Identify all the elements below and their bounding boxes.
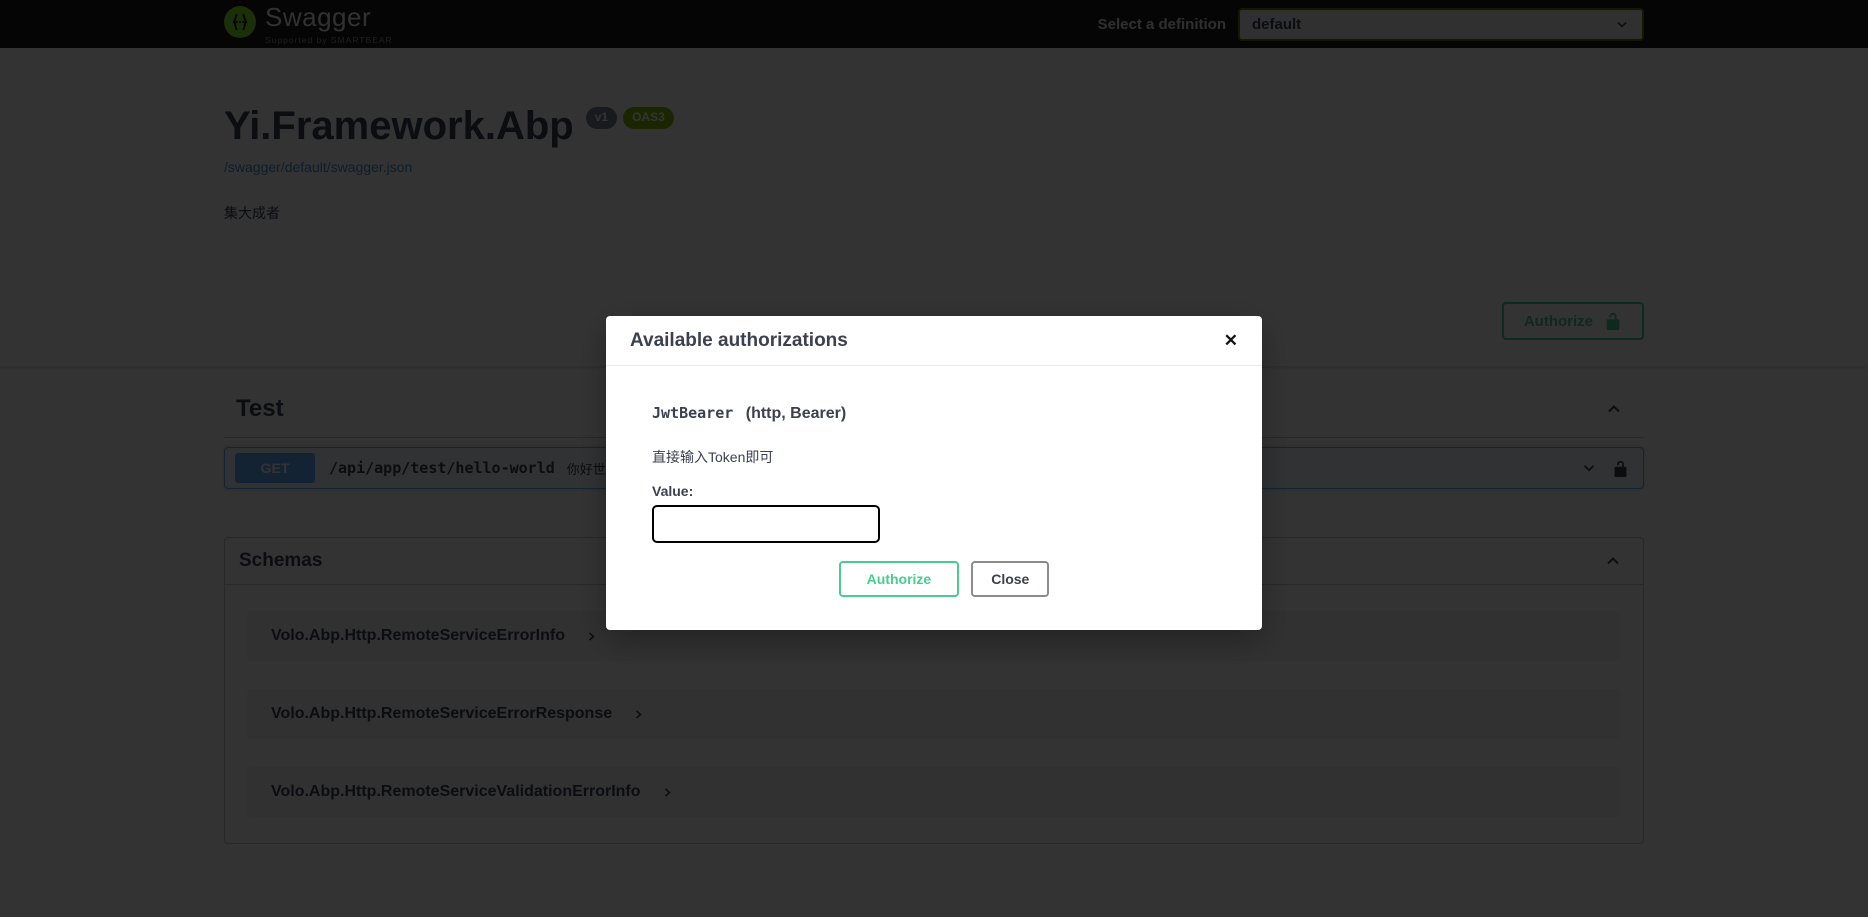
- close-icon[interactable]: ✕: [1224, 332, 1238, 349]
- auth-scheme-meta: (http, Bearer): [746, 405, 846, 422]
- modal-buttons: Authorize Close: [652, 561, 1236, 597]
- modal-body: JwtBearer (http, Bearer) 直接输入Token即可 Val…: [606, 366, 1262, 630]
- modal-header: Available authorizations ✕: [606, 316, 1262, 366]
- value-label: Value:: [652, 483, 1236, 499]
- modal-title: Available authorizations: [630, 330, 848, 352]
- token-value-input[interactable]: [652, 505, 880, 543]
- modal-authorize-button[interactable]: Authorize: [839, 561, 960, 597]
- auth-scheme-name: JwtBearer: [652, 404, 733, 422]
- auth-scheme-title: JwtBearer (http, Bearer): [652, 404, 1236, 423]
- auth-scheme-description: 直接输入Token即可: [652, 447, 1236, 467]
- authorizations-modal: Available authorizations ✕ JwtBearer (ht…: [606, 316, 1262, 630]
- modal-close-button[interactable]: Close: [971, 561, 1049, 597]
